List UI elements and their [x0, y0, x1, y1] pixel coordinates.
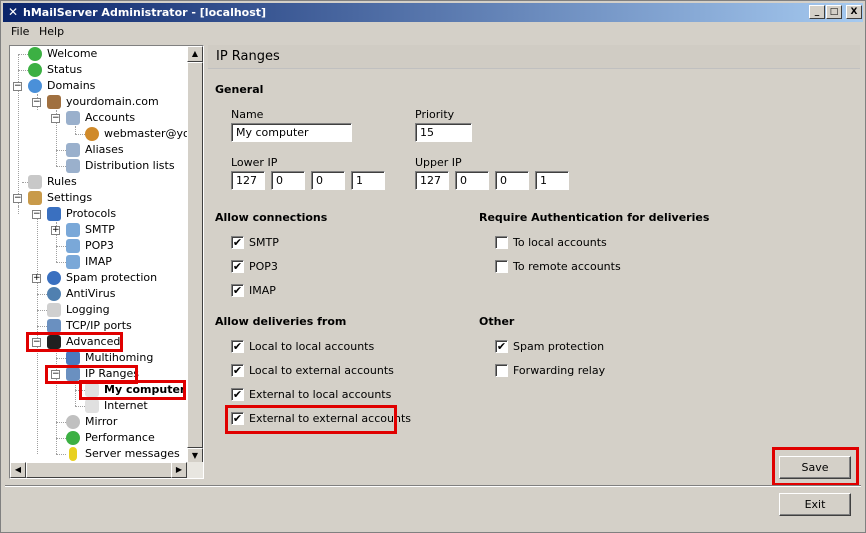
bottom-separator — [5, 485, 861, 487]
local-to-external-label: Local to external accounts — [249, 364, 394, 377]
gear-icon — [66, 255, 80, 269]
upper-ip-octet-1[interactable]: 127 — [415, 171, 449, 190]
collapse-accounts[interactable]: − — [51, 114, 60, 123]
upper-ip-octet-4[interactable]: 1 — [535, 171, 569, 190]
collapse-domains[interactable]: − — [13, 82, 22, 91]
to-local-accounts-checkbox[interactable] — [495, 236, 508, 249]
users-icon — [66, 111, 80, 125]
section-general: General — [215, 83, 264, 96]
navigation-tree[interactable]: − − − − − + + − − Welcome Status Domains… — [9, 45, 204, 479]
expand-smtp[interactable]: + — [51, 226, 60, 235]
users-icon — [66, 143, 80, 157]
to-remote-accounts-label: To remote accounts — [513, 260, 621, 273]
upper-ip-label: Upper IP — [415, 156, 462, 169]
title-bar: ✕ hMailServer Administrator - [localhost… — [3, 3, 863, 22]
scroll-right-arrow-icon[interactable]: ▶ — [171, 462, 187, 478]
upper-ip-octet-3[interactable]: 0 — [495, 171, 529, 190]
collapse-protocols[interactable]: − — [32, 210, 41, 219]
gear-icon — [66, 223, 80, 237]
lower-ip-octet-4[interactable]: 1 — [351, 171, 385, 190]
external-to-local-checkbox[interactable]: ✔ — [231, 388, 244, 401]
computer-icon — [85, 399, 99, 413]
highlight-advanced — [26, 332, 123, 352]
section-other: Other — [479, 315, 515, 328]
imap-checkbox[interactable]: ✔ — [231, 284, 244, 297]
globe-icon — [28, 79, 42, 93]
scroll-up-arrow-icon[interactable]: ▲ — [187, 46, 203, 62]
monitor-icon — [47, 207, 61, 221]
external-to-local-label: External to local accounts — [249, 388, 392, 401]
fast-forward-icon — [66, 431, 80, 445]
pop3-checkbox[interactable]: ✔ — [231, 260, 244, 273]
tools-icon — [28, 191, 42, 205]
name-input[interactable]: My computer — [231, 123, 352, 142]
port-icon — [47, 319, 61, 333]
gear-icon — [66, 239, 80, 253]
users-icon — [66, 159, 80, 173]
exit-button[interactable]: Exit — [779, 493, 851, 516]
section-require-auth: Require Authentication for deliveries — [479, 211, 710, 224]
lower-ip-octet-3[interactable]: 0 — [311, 171, 345, 190]
house-icon — [47, 95, 61, 109]
lower-ip-octet-2[interactable]: 0 — [271, 171, 305, 190]
user-icon — [85, 127, 99, 141]
list-icon — [28, 175, 42, 189]
highlight-external-to-external — [225, 405, 397, 434]
collapse-yourdomain[interactable]: − — [32, 98, 41, 107]
mirror-icon — [66, 415, 80, 429]
upper-ip-octet-2[interactable]: 0 — [455, 171, 489, 190]
section-allow-connections: Allow connections — [215, 211, 328, 224]
collapse-settings[interactable]: − — [13, 194, 22, 203]
section-allow-deliveries: Allow deliveries from — [215, 315, 347, 328]
tree-vertical-scrollbar[interactable]: ▲ ▼ — [187, 46, 203, 464]
forwarding-relay-label: Forwarding relay — [513, 364, 606, 377]
imap-label: IMAP — [249, 284, 276, 297]
app-icon: ✕ — [7, 5, 19, 19]
arrow-circle-icon — [28, 47, 42, 61]
vertical-scroll-thumb[interactable] — [187, 62, 203, 448]
name-label: Name — [231, 108, 264, 121]
app-window: ✕ hMailServer Administrator - [localhost… — [0, 0, 866, 533]
arrow-circle-icon — [28, 63, 42, 77]
horizontal-scroll-thumb[interactable] — [26, 462, 174, 478]
tree-horizontal-scrollbar[interactable]: ◀ ▶ — [10, 462, 203, 478]
local-to-external-checkbox[interactable]: ✔ — [231, 364, 244, 377]
menu-bar: File Help — [3, 23, 863, 41]
priority-input[interactable]: 15 — [415, 123, 472, 142]
smtp-label: SMTP — [249, 236, 279, 249]
scroll-left-arrow-icon[interactable]: ◀ — [10, 462, 26, 478]
highlight-my-computer — [79, 380, 186, 400]
page-title: IP Ranges — [216, 49, 280, 64]
menu-help[interactable]: Help — [39, 25, 64, 38]
shield-icon — [47, 271, 61, 285]
window-title: hMailServer Administrator - [localhost] — [23, 6, 267, 19]
close-button[interactable]: X — [846, 5, 862, 19]
priority-label: Priority — [415, 108, 455, 121]
smtp-checkbox[interactable]: ✔ — [231, 236, 244, 249]
to-remote-accounts-checkbox[interactable] — [495, 260, 508, 273]
lightbulb-icon — [69, 447, 77, 461]
spam-protection-checkbox[interactable]: ✔ — [495, 340, 508, 353]
target-icon — [47, 287, 61, 301]
pencil-icon — [47, 303, 61, 317]
menu-file[interactable]: File — [11, 25, 29, 38]
forwarding-relay-checkbox[interactable] — [495, 364, 508, 377]
local-to-local-checkbox[interactable]: ✔ — [231, 340, 244, 353]
lower-ip-octet-1[interactable]: 127 — [231, 171, 265, 190]
spam-protection-label: Spam protection — [513, 340, 605, 353]
house-icon — [66, 351, 80, 365]
local-to-local-label: Local to local accounts — [249, 340, 375, 353]
lower-ip-label: Lower IP — [231, 156, 278, 169]
page-header: IP Ranges — [208, 45, 860, 69]
minimize-button[interactable]: _ — [809, 5, 825, 19]
maximize-button[interactable]: □ — [826, 5, 842, 19]
expand-spam-protection[interactable]: + — [32, 274, 41, 283]
pop3-label: POP3 — [249, 260, 278, 273]
highlight-save — [772, 447, 859, 486]
to-local-accounts-label: To local accounts — [513, 236, 607, 249]
